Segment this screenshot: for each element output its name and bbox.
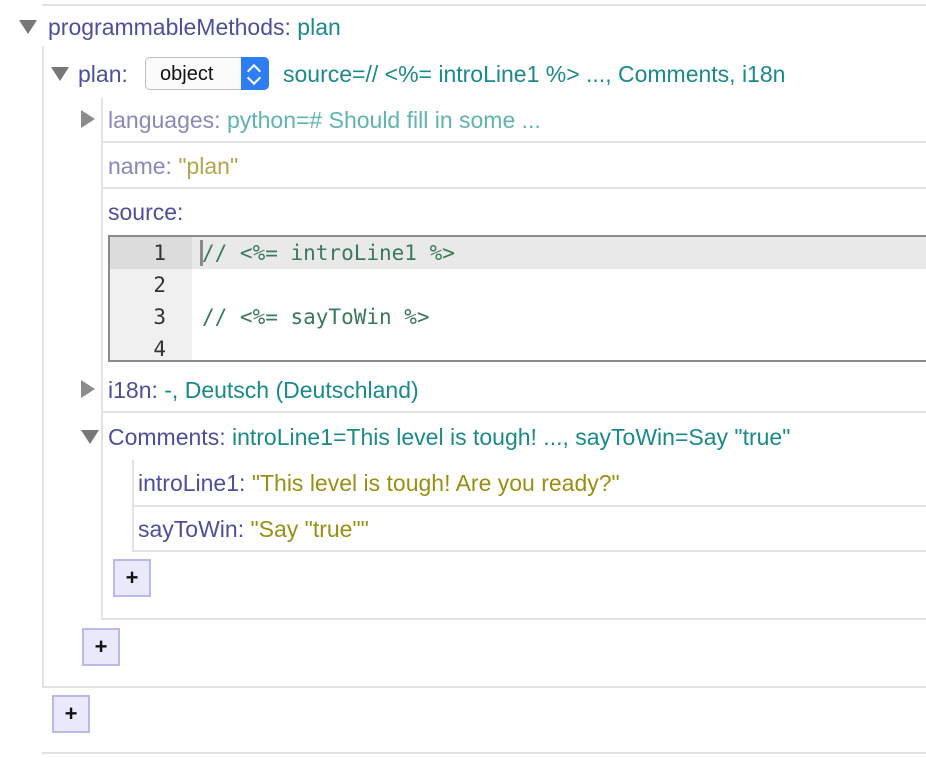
name-value[interactable]: "plan": [178, 153, 238, 179]
i18n-summary: -, Deutsch (Deutschland): [164, 377, 419, 403]
separator: [132, 505, 926, 507]
separator: [101, 411, 926, 413]
add-method-button[interactable]: +: [52, 695, 90, 733]
tree-guide: [101, 98, 103, 618]
comments-row: Comments: introLine1=This level is tough…: [108, 423, 790, 451]
colon: :: [151, 377, 158, 403]
triangle-down-icon[interactable]: [19, 20, 37, 34]
separator: [42, 4, 926, 6]
intro-line-value[interactable]: "This level is tough! Are you ready?": [252, 470, 620, 496]
programmable-methods-key[interactable]: programmableMethods: [48, 14, 285, 40]
say-to-win-value[interactable]: "Say "true"": [250, 516, 368, 542]
name-row: name: "plan": [108, 152, 238, 180]
comments-key[interactable]: Comments: [108, 424, 219, 450]
separator: [132, 550, 926, 552]
separator: [101, 618, 926, 620]
programmable-methods-row: programmableMethods: plan: [48, 13, 341, 41]
up-down-chevron-icon[interactable]: [241, 57, 269, 90]
separator: [101, 141, 926, 143]
line-number: 4: [153, 337, 166, 361]
intro-line-key[interactable]: introLine1: [138, 470, 239, 496]
triangle-down-icon[interactable]: [81, 430, 99, 444]
type-select[interactable]: object: [145, 57, 269, 90]
source-code-editor[interactable]: 1 // <%= introLine1 %> 2 3 // <%= sayToW…: [108, 235, 926, 362]
source-key[interactable]: source: [108, 199, 177, 225]
source-row: source:: [108, 198, 183, 226]
name-key[interactable]: name: [108, 153, 166, 179]
languages-summary: python=# Should fill in some ...: [226, 107, 541, 133]
line-number: 1: [153, 241, 166, 265]
colon: :: [239, 470, 246, 496]
line-number: 2: [153, 273, 166, 297]
intro-line-row: introLine1: "This level is tough! Are yo…: [138, 469, 620, 497]
i18n-row: i18n: -, Deutsch (Deutschland): [108, 376, 419, 404]
triangle-right-icon[interactable]: [81, 380, 95, 398]
colon: :: [237, 516, 245, 542]
comments-summary: introLine1=This level is tough! ..., say…: [231, 424, 791, 450]
i18n-key[interactable]: i18n: [108, 377, 151, 403]
add-plan-property-button[interactable]: +: [82, 628, 120, 666]
languages-row: languages: python=# Should fill in some …: [108, 106, 541, 134]
say-to-win-key[interactable]: sayToWin: [138, 516, 238, 542]
colon: :: [214, 107, 221, 133]
code-line[interactable]: // <%= introLine1 %>: [202, 237, 455, 269]
separator: [42, 686, 926, 688]
separator: [101, 187, 926, 189]
triangle-right-icon[interactable]: [81, 110, 95, 128]
plan-key[interactable]: plan: [78, 61, 121, 87]
colon: :: [219, 424, 226, 450]
languages-key[interactable]: languages: [108, 107, 214, 133]
programmable-methods-summary: plan: [297, 14, 341, 40]
colon: :: [121, 61, 128, 87]
colon: :: [165, 153, 172, 179]
colon: :: [177, 199, 184, 225]
add-comment-button[interactable]: +: [113, 559, 151, 597]
tree-guide: [42, 46, 44, 686]
type-select-value: object: [160, 63, 214, 85]
colon: :: [284, 14, 291, 40]
line-number: 3: [153, 305, 166, 329]
triangle-down-icon[interactable]: [51, 67, 69, 81]
separator: [42, 752, 926, 754]
plan-summary: source=// <%= introLine1 %> ..., Comment…: [283, 61, 786, 87]
code-line[interactable]: // <%= sayToWin %>: [202, 301, 430, 333]
say-to-win-row: sayToWin: "Say "true"": [138, 515, 369, 543]
plan-row: plan:: [78, 60, 128, 88]
